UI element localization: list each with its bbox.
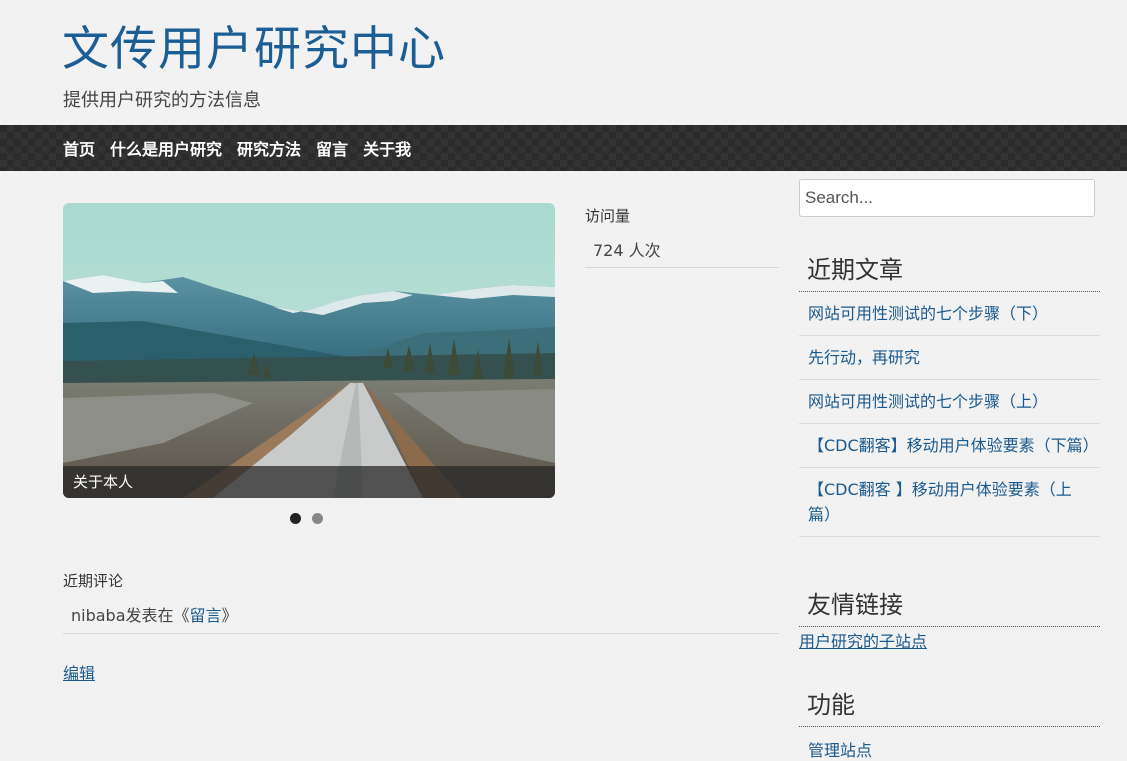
recent-post-link[interactable]: 网站可用性测试的七个步骤（上） bbox=[808, 392, 1048, 411]
slider-dot-1[interactable] bbox=[290, 513, 301, 524]
recent-comment-item: nibaba发表在《留言》 bbox=[71, 602, 238, 626]
comment-suffix-text: 》 bbox=[221, 606, 238, 625]
list-item: 网站可用性测试的七个步骤（上） bbox=[799, 380, 1100, 424]
site-description: 提供用户研究的方法信息 bbox=[63, 90, 261, 111]
comment-author-text: nibaba发表在《 bbox=[71, 606, 190, 625]
recent-post-link[interactable]: 【CDC翻客】移动用户体验要素（下篇） bbox=[808, 436, 1099, 455]
edit-link[interactable]: 编辑 bbox=[63, 660, 95, 684]
recent-post-link[interactable]: 【CDC翻客 】移动用户体验要素（上篇） bbox=[808, 480, 1072, 524]
nav-item-guestbook[interactable]: 留言 bbox=[316, 136, 348, 160]
nav-item-research-methods[interactable]: 研究方法 bbox=[237, 136, 301, 160]
comment-post-link[interactable]: 留言 bbox=[190, 606, 222, 625]
slider-pagination bbox=[290, 513, 323, 524]
recent-posts-title: 近期文章 bbox=[807, 256, 903, 284]
slide-caption[interactable]: 关于本人 bbox=[63, 466, 555, 498]
list-item: 【CDC翻客 】移动用户体验要素（上篇） bbox=[799, 468, 1100, 537]
friend-links-divider bbox=[799, 626, 1100, 627]
image-slider[interactable]: 关于本人 bbox=[63, 203, 555, 498]
visits-count: 724 人次 bbox=[593, 241, 661, 260]
visits-divider bbox=[585, 267, 779, 268]
manage-site-link[interactable]: 管理站点 bbox=[808, 737, 872, 761]
slider-dot-2[interactable] bbox=[312, 513, 323, 524]
main-navigation: 首页 什么是用户研究 研究方法 留言 关于我 bbox=[0, 125, 1127, 171]
meta-divider bbox=[799, 726, 1100, 727]
recent-post-link[interactable]: 先行动，再研究 bbox=[808, 348, 920, 367]
recent-posts-list: 网站可用性测试的七个步骤（下） 先行动，再研究 网站可用性测试的七个步骤（上） … bbox=[799, 292, 1100, 537]
nav-item-home[interactable]: 首页 bbox=[63, 136, 95, 160]
recent-comments-title: 近期评论 bbox=[63, 572, 124, 590]
slide-image-mountain-road bbox=[63, 203, 555, 498]
visits-widget-title: 访问量 bbox=[585, 207, 631, 225]
search-input[interactable] bbox=[799, 179, 1095, 217]
site-title[interactable]: 文传用户研究中心 bbox=[62, 20, 446, 80]
friend-link[interactable]: 用户研究的子站点 bbox=[799, 628, 927, 652]
friend-links-title: 友情链接 bbox=[807, 591, 903, 619]
list-item: 【CDC翻客】移动用户体验要素（下篇） bbox=[799, 424, 1100, 468]
recent-post-link[interactable]: 网站可用性测试的七个步骤（下） bbox=[808, 304, 1048, 323]
list-item: 先行动，再研究 bbox=[799, 336, 1100, 380]
nav-item-about-me[interactable]: 关于我 bbox=[363, 136, 411, 160]
meta-title: 功能 bbox=[807, 691, 855, 719]
recent-comments-divider bbox=[63, 633, 779, 634]
list-item: 网站可用性测试的七个步骤（下） bbox=[799, 292, 1100, 336]
nav-item-what-is-ux-research[interactable]: 什么是用户研究 bbox=[110, 136, 222, 160]
